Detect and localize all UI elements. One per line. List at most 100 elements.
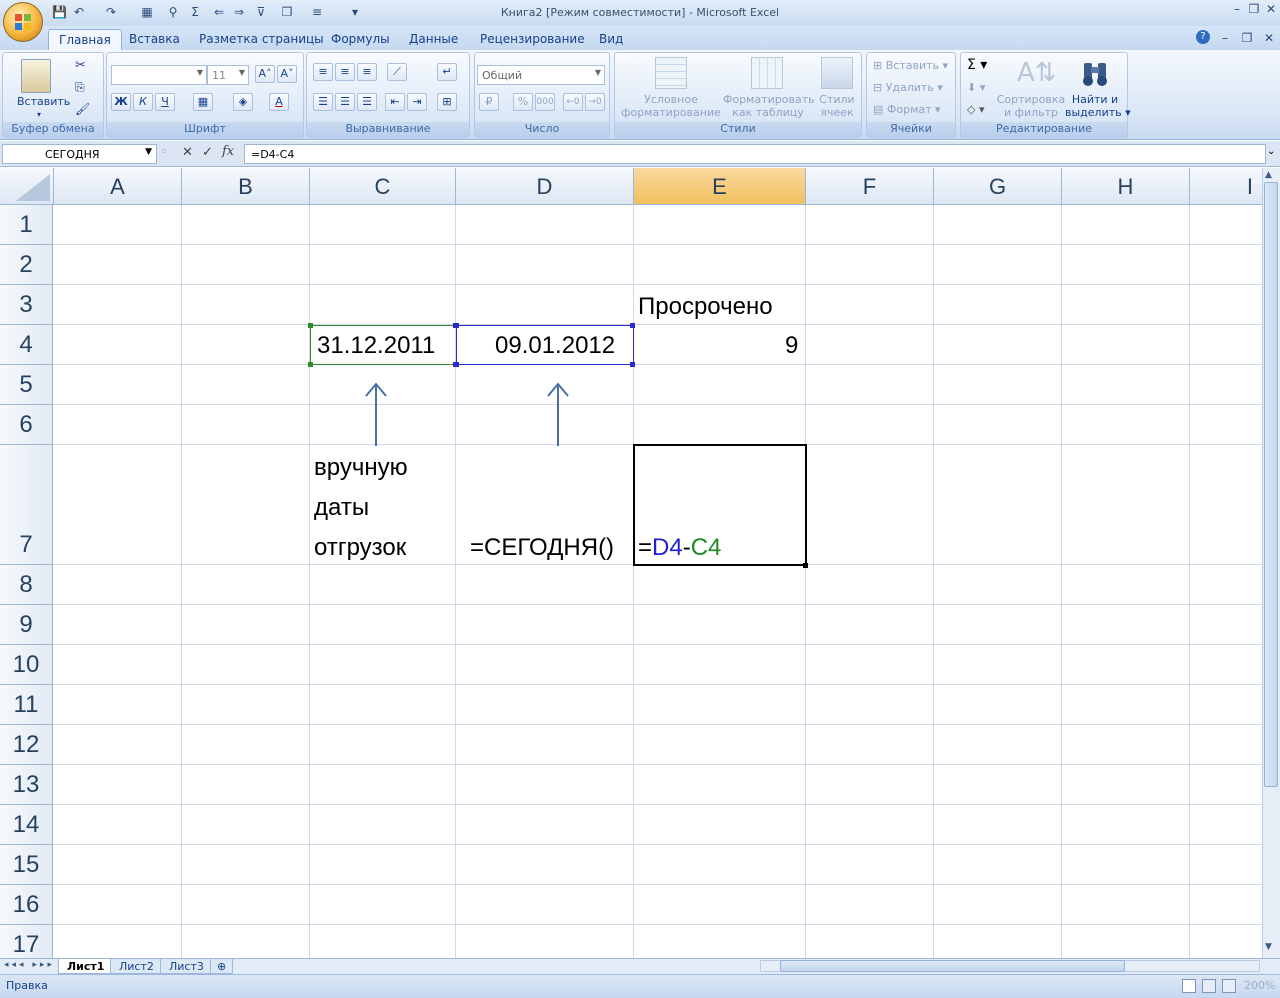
- underline-button[interactable]: Ч: [155, 93, 175, 111]
- row-header-9[interactable]: 9: [0, 605, 53, 645]
- cell-d7[interactable]: =СЕГОДНЯ(): [470, 534, 614, 562]
- wrap-text-icon[interactable]: ↵: [437, 63, 457, 81]
- row-header-2[interactable]: 2: [0, 245, 53, 285]
- new-sheet-icon[interactable]: ⊕: [210, 959, 234, 974]
- office-button[interactable]: [3, 2, 43, 42]
- conditional-format-icon[interactable]: [655, 57, 687, 89]
- align-center-icon[interactable]: ☰: [335, 93, 355, 111]
- vertical-scroll-thumb[interactable]: [1264, 182, 1278, 787]
- insert-function-icon[interactable]: fx: [222, 144, 234, 159]
- number-format-combo[interactable]: Общий ▼: [477, 65, 605, 85]
- row-header-11[interactable]: 11: [0, 685, 53, 725]
- sheet-nav-icon[interactable]: ◂◂◂ ▸▸▸: [4, 960, 55, 970]
- fill-color-icon[interactable]: ◈: [233, 93, 253, 111]
- cancel-icon[interactable]: ✕: [182, 145, 193, 160]
- zoom-level[interactable]: 200%: [1244, 979, 1275, 992]
- ribbon-restore-icon[interactable]: ❐: [1240, 32, 1254, 46]
- merge-center-icon[interactable]: ⊞: [437, 93, 457, 111]
- sheet-tab-3[interactable]: Лист3: [160, 959, 213, 974]
- align-right-icon[interactable]: ☰: [357, 93, 377, 111]
- ribbon-close-icon[interactable]: ✕: [1262, 32, 1276, 46]
- conditional-format-label-1[interactable]: Условное: [621, 93, 721, 106]
- cell-c7-line2[interactable]: даты: [314, 494, 369, 522]
- row-header-16[interactable]: 16: [0, 885, 53, 925]
- font-color-icon[interactable]: A: [269, 93, 289, 111]
- paste-icon[interactable]: [21, 59, 51, 93]
- cell-c7-line3[interactable]: отгрузок: [314, 534, 406, 562]
- format-cells-button[interactable]: ▤ Формат ▾: [873, 103, 941, 116]
- italic-button[interactable]: К: [133, 93, 153, 111]
- row-header-1[interactable]: 1: [0, 205, 53, 245]
- normal-view-icon[interactable]: [1182, 979, 1196, 993]
- page-break-view-icon[interactable]: [1222, 979, 1236, 993]
- row-header-4[interactable]: 4: [0, 325, 53, 365]
- cell-e4[interactable]: 9: [785, 332, 798, 360]
- tab-review[interactable]: Рецензирование: [470, 29, 595, 50]
- shrink-font-icon[interactable]: A˅: [277, 65, 297, 83]
- align-middle-icon[interactable]: ≡: [335, 63, 355, 81]
- align-bottom-icon[interactable]: ≡: [357, 63, 377, 81]
- chevron-down-icon[interactable]: ▼: [145, 147, 152, 157]
- align-left-icon[interactable]: ☰: [313, 93, 333, 111]
- cell-e3[interactable]: Просрочено: [638, 293, 773, 321]
- format-as-table-label-1[interactable]: Форматировать: [723, 93, 815, 106]
- borders-icon[interactable]: ▦: [193, 93, 213, 111]
- formula-input[interactable]: =D4-C4: [244, 144, 1266, 164]
- orientation-icon[interactable]: ⟋: [387, 63, 407, 81]
- close-icon[interactable]: ✕: [1264, 3, 1278, 17]
- select-all-corner[interactable]: [0, 168, 54, 205]
- insert-cells-button[interactable]: ⊞ Вставить ▾: [873, 59, 948, 72]
- expand-formula-icon[interactable]: ⌄: [1267, 146, 1275, 157]
- conditional-format-label-2[interactable]: форматирование: [619, 106, 723, 119]
- font-name-combo[interactable]: ▼: [111, 65, 207, 85]
- increase-indent-icon[interactable]: ⇥: [407, 93, 427, 111]
- row-header-7[interactable]: 7: [0, 445, 53, 565]
- format-as-table-label-2[interactable]: как таблицу: [723, 106, 813, 119]
- row-header-15[interactable]: 15: [0, 845, 53, 885]
- cell-c4[interactable]: 31.12.2011: [317, 332, 435, 360]
- percent-button[interactable]: %: [513, 93, 533, 111]
- cell-styles-icon[interactable]: [821, 57, 853, 89]
- scroll-up-icon[interactable]: ▲: [1265, 170, 1272, 180]
- cell-e7-formula[interactable]: =D4-C4: [638, 534, 721, 562]
- tab-home[interactable]: Главная: [48, 29, 122, 50]
- row-header-3[interactable]: 3: [0, 285, 53, 325]
- column-header-g[interactable]: G: [934, 168, 1062, 205]
- restore-icon[interactable]: ❐: [1247, 3, 1261, 17]
- grow-font-icon[interactable]: A˄: [255, 65, 275, 83]
- row-header-13[interactable]: 13: [0, 765, 53, 805]
- row-header-8[interactable]: 8: [0, 565, 53, 605]
- column-header-a[interactable]: A: [54, 168, 182, 205]
- binoculars-icon[interactable]: [1079, 57, 1111, 89]
- name-box[interactable]: СЕГОДНЯ ▼: [2, 144, 157, 164]
- row-header-14[interactable]: 14: [0, 805, 53, 845]
- clear-icon[interactable]: ◇ ▾: [967, 103, 984, 116]
- bold-button[interactable]: Ж: [111, 93, 131, 111]
- row-header-6[interactable]: 6: [0, 405, 53, 445]
- enter-icon[interactable]: ✓: [202, 145, 213, 160]
- align-top-icon[interactable]: ≡: [313, 63, 333, 81]
- column-header-d[interactable]: D: [456, 168, 634, 205]
- autosum-icon[interactable]: Σ ▾: [967, 58, 987, 72]
- tab-view[interactable]: Вид: [589, 29, 633, 50]
- fill-icon[interactable]: ⬇ ▾: [967, 81, 985, 94]
- tab-insert[interactable]: Вставка: [119, 29, 190, 50]
- format-as-table-icon[interactable]: [751, 57, 783, 89]
- row-header-12[interactable]: 12: [0, 725, 53, 765]
- column-header-c[interactable]: C: [310, 168, 456, 205]
- row-header-17[interactable]: 17: [0, 925, 53, 958]
- currency-icon[interactable]: ₽: [479, 93, 499, 111]
- row-header-5[interactable]: 5: [0, 365, 53, 405]
- sort-filter-label-2[interactable]: и фильтр: [995, 106, 1067, 119]
- fill-handle[interactable]: [803, 563, 808, 568]
- cell-styles-label-1[interactable]: Стили: [817, 93, 857, 106]
- sort-filter-label-1[interactable]: Сортировка: [995, 93, 1067, 106]
- format-painter-icon[interactable]: 🖌: [75, 103, 90, 116]
- font-size-combo[interactable]: 11 ▼: [207, 65, 249, 85]
- scroll-down-icon[interactable]: ▼: [1265, 942, 1272, 952]
- cell-d4[interactable]: 09.01.2012: [495, 332, 615, 360]
- column-header-e[interactable]: E: [634, 168, 806, 205]
- thousands-button[interactable]: 000: [535, 93, 555, 111]
- column-header-h[interactable]: H: [1062, 168, 1190, 205]
- tab-formulas[interactable]: Формулы: [321, 29, 400, 50]
